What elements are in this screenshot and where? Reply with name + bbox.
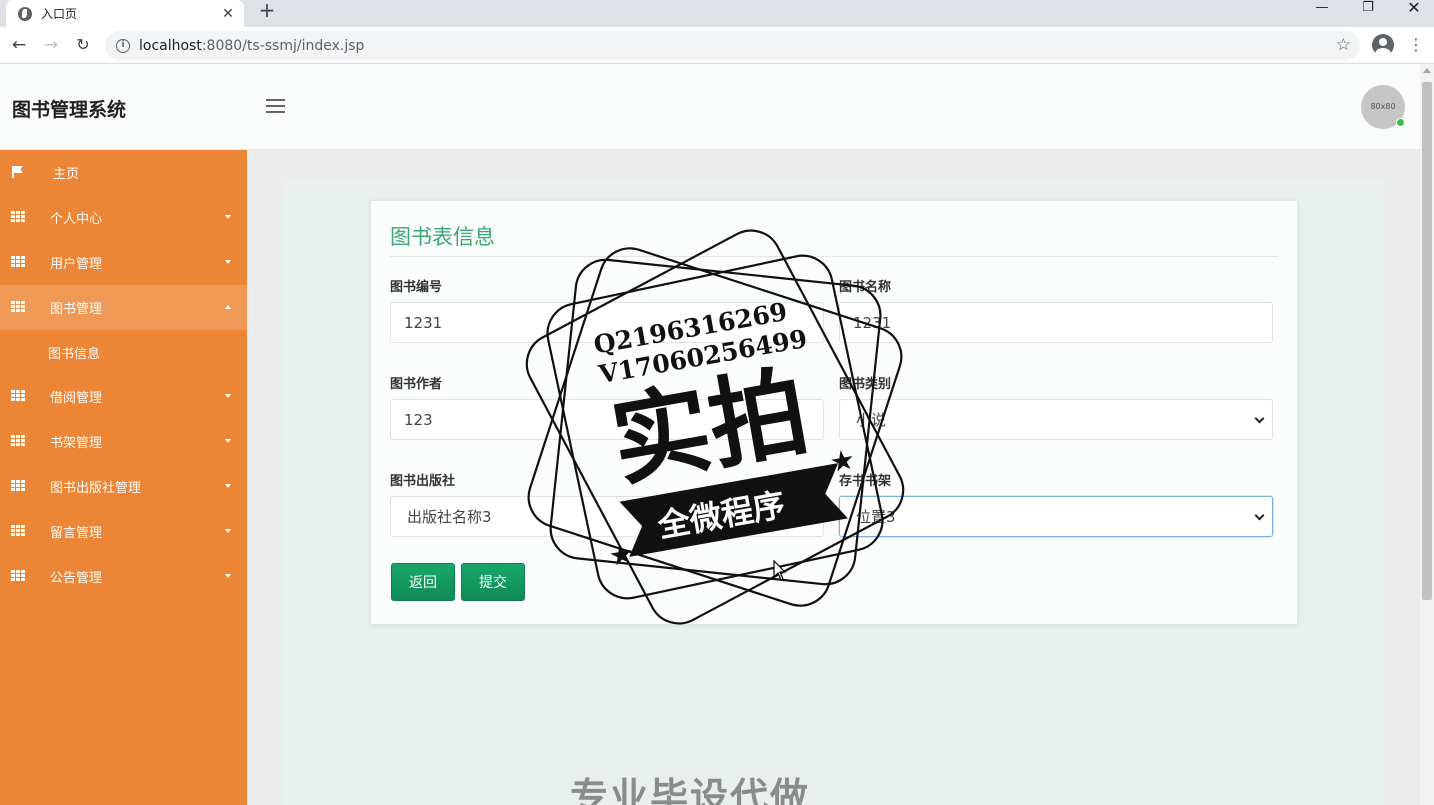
caret-down-icon	[225, 574, 231, 578]
author-input[interactable]: 123	[390, 399, 824, 440]
form-title: 图书表信息	[390, 225, 495, 249]
caret-up-icon	[225, 305, 231, 309]
back-button[interactable]: 返回	[391, 563, 455, 601]
chevron-down-icon	[1254, 413, 1265, 424]
book-no-label: 图书编号	[390, 280, 443, 295]
page-scrollbar[interactable]	[1420, 64, 1434, 805]
grid-icon	[11, 525, 25, 536]
online-status-dot	[1396, 118, 1405, 127]
sidebar-item-messages[interactable]: 留言管理	[0, 509, 247, 554]
book-form-card: 图书表信息 图书编号 1231 图书名称 1231 图书作者 123 图书类别 …	[370, 200, 1298, 625]
grid-icon	[11, 570, 25, 581]
mouse-cursor-icon	[773, 560, 787, 581]
content-panel: 图书表信息 图书编号 1231 图书名称 1231 图书作者 123 图书类别 …	[282, 180, 1385, 805]
sidebar: 主页 个人中心 用户管理 图书管理 图书信息 借阅管理 书架管理 图书出版社管理…	[0, 150, 247, 805]
caret-down-icon	[225, 394, 231, 398]
window-minimize-button[interactable]: —	[1302, 0, 1342, 18]
sidebar-item-label: 图书出版社管理	[50, 481, 142, 496]
sidebar-item-label: 主页	[53, 167, 80, 182]
window-close-button[interactable]: ✕	[1394, 0, 1434, 18]
sidebar-item-home[interactable]: 主页	[0, 150, 247, 195]
grid-icon	[11, 435, 25, 446]
author-value: 123	[404, 410, 433, 429]
scroll-up-arrow-icon[interactable]	[1423, 68, 1431, 73]
shelf-label: 存书书架	[839, 474, 892, 489]
book-name-input[interactable]: 1231	[839, 302, 1273, 343]
grid-icon	[11, 390, 25, 401]
grid-icon	[11, 301, 25, 312]
title-divider	[390, 256, 1278, 257]
url-path: :8080/ts-ssmj/index.jsp	[201, 37, 365, 54]
author-label: 图书作者	[390, 377, 443, 392]
sidebar-item-label: 用户管理	[50, 257, 103, 272]
caret-down-icon	[225, 439, 231, 443]
publisher-value: 出版社名称3	[407, 508, 492, 526]
grid-icon	[11, 480, 25, 491]
flag-icon	[12, 166, 24, 178]
tab-close-icon[interactable]: ✕	[220, 6, 236, 22]
publisher-select[interactable]: 出版社名称3	[390, 496, 824, 537]
sidebar-item-shelves[interactable]: 书架管理	[0, 419, 247, 464]
sidebar-item-label: 留言管理	[50, 526, 103, 541]
scrollbar-thumb[interactable]	[1422, 82, 1432, 600]
book-no-input[interactable]: 1231	[390, 302, 824, 343]
tab-title: 入口页	[41, 7, 78, 21]
sidebar-item-label: 图书管理	[50, 302, 103, 317]
browser-tab[interactable]: 入口页 ✕	[6, 0, 244, 27]
profile-icon[interactable]	[1372, 34, 1394, 56]
shelf-value: 位置3	[856, 508, 896, 526]
browser-tab-strip: 入口页 ✕ + — ❐ ✕	[0, 0, 1434, 27]
sidebar-item-label: 公告管理	[50, 571, 103, 586]
forward-arrow-icon[interactable]: →	[39, 33, 63, 57]
caret-down-icon	[225, 260, 231, 264]
publisher-label: 图书出版社	[390, 474, 456, 489]
sidebar-item-books[interactable]: 图书管理	[0, 285, 247, 330]
new-tab-button[interactable]: +	[256, 0, 278, 22]
book-name-value: 1231	[853, 313, 892, 332]
sidebar-item-label: 借阅管理	[50, 391, 103, 406]
browser-menu-icon[interactable]: ⋮	[1406, 35, 1426, 55]
submit-button[interactable]: 提交	[461, 563, 525, 601]
url-host: localhost	[139, 37, 202, 54]
category-value: 小说	[856, 411, 887, 429]
grid-icon	[11, 211, 25, 222]
caret-down-icon	[225, 215, 231, 219]
address-bar[interactable]: i localhost :8080/ts-ssmj/index.jsp ☆	[105, 31, 1360, 60]
sidebar-item-users[interactable]: 用户管理	[0, 240, 247, 285]
category-label: 图书类别	[839, 377, 892, 392]
app-title: 图书管理系统	[12, 99, 127, 121]
category-select[interactable]: 小说	[839, 399, 1273, 440]
book-name-label: 图书名称	[839, 280, 892, 295]
main-content: 图书表信息 图书编号 1231 图书名称 1231 图书作者 123 图书类别 …	[247, 150, 1420, 805]
sidebar-item-announcements[interactable]: 公告管理	[0, 554, 247, 599]
sidebar-item-borrowing[interactable]: 借阅管理	[0, 374, 247, 419]
hamburger-menu-icon[interactable]	[266, 99, 285, 115]
window-restore-button[interactable]: ❐	[1348, 0, 1388, 18]
sidebar-item-label: 书架管理	[50, 436, 103, 451]
sidebar-item-personal-center[interactable]: 个人中心	[0, 195, 247, 240]
sidebar-item-label: 个人中心	[50, 212, 103, 227]
caret-down-icon	[225, 484, 231, 488]
app-header: 图书管理系统 80x80	[0, 64, 1420, 150]
shelf-select[interactable]: 位置3	[839, 496, 1273, 537]
book-no-value: 1231	[404, 313, 443, 332]
chevron-down-icon	[1254, 510, 1265, 521]
back-arrow-icon[interactable]: ←	[7, 33, 31, 57]
grid-icon	[11, 256, 25, 267]
reload-icon[interactable]: ↻	[71, 33, 95, 57]
sidebar-item-publishers[interactable]: 图书出版社管理	[0, 464, 247, 509]
browser-toolbar: ← → ↻ i localhost :8080/ts-ssmj/index.js…	[0, 27, 1434, 64]
info-icon[interactable]: i	[116, 38, 130, 53]
globe-icon	[18, 6, 32, 21]
sidebar-subitem-book-info[interactable]: 图书信息	[0, 330, 247, 374]
bottom-watermark-text: 专业毕设代做	[570, 775, 811, 805]
caret-down-icon	[225, 529, 231, 533]
bookmark-star-icon[interactable]: ☆	[1336, 35, 1351, 55]
